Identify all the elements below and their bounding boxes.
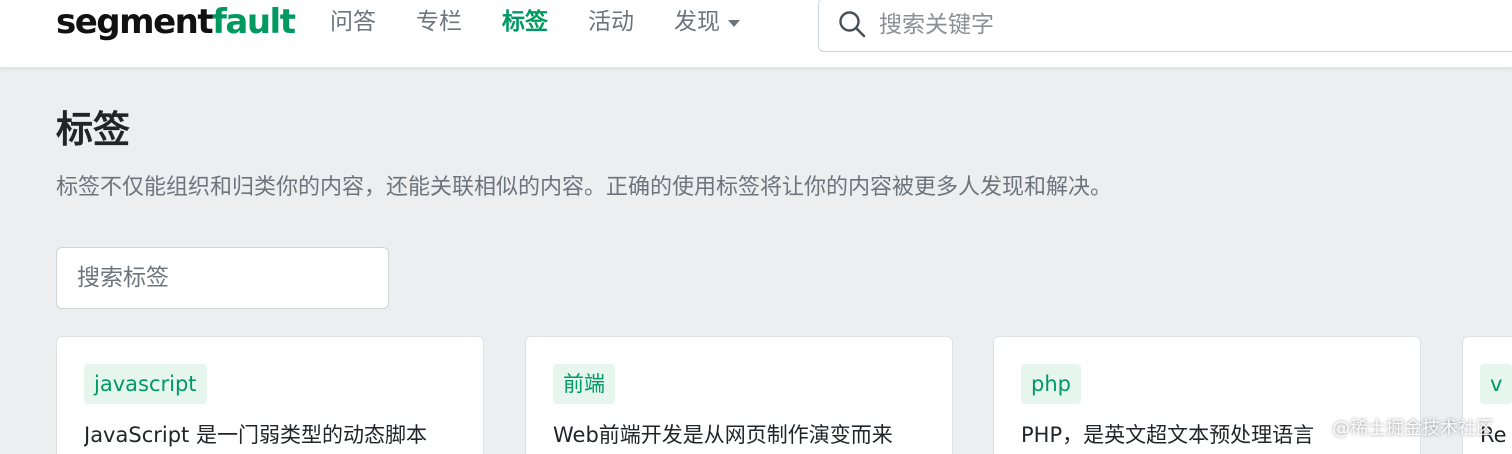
global-search-input[interactable]	[879, 5, 1479, 45]
tag-card: javascript JavaScript 是一门弱类型的动态脚本	[56, 336, 484, 454]
tag-description: Web前端开发是从网页制作演变而来	[553, 423, 893, 447]
logo-text-segment: segment	[56, 2, 214, 42]
caret-down-icon	[728, 19, 740, 27]
tag-badge[interactable]: php	[1021, 364, 1081, 404]
tag-badge[interactable]: v	[1480, 364, 1512, 404]
nav-item-questions[interactable]: 问答	[330, 0, 376, 44]
tag-badge[interactable]: 前端	[553, 364, 615, 404]
page-title: 标签	[56, 108, 130, 151]
nav-item-tags[interactable]: 标签	[502, 0, 548, 44]
nav-item-questions-label: 问答	[330, 9, 376, 35]
search-icon[interactable]	[837, 9, 867, 39]
tag-card: 前端 Web前端开发是从网页制作演变而来	[525, 336, 953, 454]
main-nav: 问答 专栏 标签 活动 发现	[330, 0, 780, 44]
tag-description: JavaScript 是一门弱类型的动态脚本	[84, 423, 427, 447]
tag-search-input[interactable]	[56, 247, 389, 309]
watermark: @稀土掘金技术社区	[1332, 418, 1494, 439]
nav-item-discover-label: 发现	[674, 9, 720, 35]
nav-item-columns[interactable]: 专栏	[416, 0, 462, 44]
site-logo[interactable]: segmentfault	[56, 0, 296, 44]
global-search	[818, 0, 1512, 52]
tag-badge[interactable]: javascript	[84, 364, 207, 404]
top-navbar: segmentfault 问答 专栏 标签 活动 发现	[0, 0, 1512, 68]
nav-item-discover[interactable]: 发现	[674, 0, 740, 44]
nav-item-columns-label: 专栏	[416, 9, 462, 35]
nav-item-events-label: 活动	[588, 9, 634, 35]
nav-item-events[interactable]: 活动	[588, 0, 634, 44]
logo-text-fault: fault	[212, 2, 296, 42]
nav-item-tags-label: 标签	[502, 9, 548, 35]
page-description: 标签不仅能组织和归类你的内容，还能关联相似的内容。正确的使用标签将让你的内容被更…	[56, 175, 1113, 200]
